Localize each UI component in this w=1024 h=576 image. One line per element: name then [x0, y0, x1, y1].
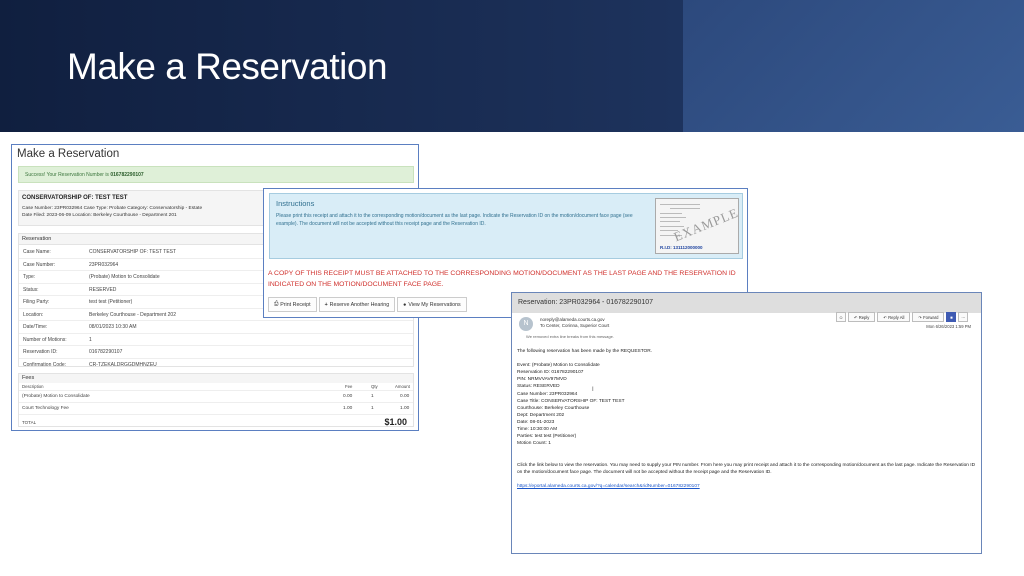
- total-value: $1.00: [384, 417, 407, 427]
- teams-icon: ■: [950, 314, 953, 320]
- fees-header-row: Description Fee Qty Amount: [19, 383, 413, 391]
- fee-row: Court Technology Fee 1.00 1 1.00: [19, 403, 413, 415]
- more-options-button[interactable]: ⋯: [958, 312, 969, 322]
- print-receipt-button[interactable]: ⎙ Print Receipt: [268, 297, 317, 312]
- more-icon: ⋯: [961, 314, 966, 320]
- email-detail-line: Time: 10:30:00 AM: [517, 427, 558, 433]
- form-title: Make a Reservation: [17, 148, 120, 160]
- total-row: TOTAL $1.00: [19, 416, 413, 428]
- email-sender: noreply@alameda.courts.ca.gov: [540, 317, 605, 322]
- reply-all-button[interactable]: ↶ Reply All: [877, 312, 911, 322]
- sender-avatar: N: [519, 317, 533, 331]
- email-recipient: To Center, Corinna, Superior Court: [540, 323, 610, 328]
- user-icon: ●: [403, 301, 407, 308]
- email-actions: ☺ ↶ Reply ↶ Reply All ↷ Forward ■ ⋯: [836, 312, 969, 322]
- instructions-text: Please print this receipt and attach it …: [276, 213, 633, 227]
- success-alert: Success! Your Reservation Number is 0167…: [18, 166, 414, 183]
- email-detail-line: Reservation ID: 016782290107: [517, 370, 584, 376]
- slide: Make a Reservation Make a Reservation Su…: [0, 0, 1024, 576]
- case-details-line: Case Number: 23PR032964 Case Type: Proba…: [22, 206, 203, 211]
- email-subject: Reservation: 23PR032964 - 016782290107: [518, 299, 654, 306]
- email-detail-line: Courthouse: Berkeley Courthouse: [517, 405, 590, 411]
- banner-accent-image: [683, 0, 1024, 132]
- email-line-break-note: We removed extra line breaks from this m…: [526, 334, 614, 339]
- email-detail-line: Status: RESERVED: [517, 384, 560, 390]
- text-cursor-icon: I: [592, 387, 594, 393]
- example-reservation-id: R.I.D: 131112000000: [660, 245, 703, 250]
- reservation-link[interactable]: https://eportal.alameda.courts.ca.gov/?q…: [517, 483, 977, 490]
- example-document-image: EXAMPLE R.I.D: 131112000000: [655, 198, 739, 254]
- slide-title: Make a Reservation: [67, 46, 388, 87]
- plus-icon: +: [324, 301, 328, 308]
- instructions-title: Instructions: [276, 199, 315, 208]
- email-detail-line: Motion Count: 1: [517, 441, 551, 447]
- email-header-bar: Reservation: 23PR032964 - 016782290107: [512, 293, 981, 313]
- success-number: 016782290107: [110, 172, 144, 178]
- email-detail-line: PIN: NRMVVAV97MVD: [517, 377, 567, 383]
- instructions-box: Instructions Please print this receipt a…: [269, 193, 743, 259]
- email-date: Mon 6/26/2023 1:59 PM: [926, 324, 971, 329]
- email-detail-line: Case Number: 23PR032964: [517, 391, 578, 397]
- detail-row: Reservation ID: 016782290107: [19, 346, 413, 359]
- teams-button[interactable]: ■: [946, 312, 957, 322]
- detail-row: Confirmation Code: CR-TZEKALDRGGDMHNZEU: [23, 361, 157, 368]
- detail-row: Number of Motions: 1: [19, 334, 413, 346]
- confirmation-email-screenshot: Reservation: 23PR032964 - 016782290107 N…: [511, 292, 982, 554]
- fees-table: Fees Description Fee Qty Amount (Probate…: [18, 373, 414, 427]
- fee-row: (Probate) Motion to Consolidate 0.00 1 0…: [19, 391, 413, 403]
- case-title: CONSERVATORSHIP OF: TEST TEST: [22, 195, 128, 201]
- example-watermark: EXAMPLE: [671, 204, 739, 245]
- emoji-button[interactable]: ☺: [836, 312, 846, 322]
- action-buttons: ⎙ Print Receipt + Reserve Another Hearing …: [268, 297, 469, 312]
- fees-heading: Fees: [19, 374, 413, 383]
- reply-button[interactable]: ↶ Reply: [848, 312, 876, 322]
- view-my-reservations-button[interactable]: ● View My Reservations: [397, 297, 467, 312]
- success-prefix: Success! Your Reservation Number is: [25, 172, 111, 178]
- detail-row: Date/Time: 08/01/2023 10:30 AM: [19, 321, 413, 334]
- email-link-instructions: Click the link below to view the reserva…: [517, 462, 976, 475]
- smiley-icon: ☺: [838, 314, 844, 320]
- reserve-another-hearing-button[interactable]: + Reserve Another Hearing: [318, 297, 396, 312]
- email-detail-line: Parties: test test (Petitioner): [517, 434, 577, 440]
- printer-icon: ⎙: [274, 301, 279, 307]
- email-intro: The following reservation has been made …: [517, 349, 653, 354]
- copy-warning: A COPY OF THIS RECEIPT MUST BE ATTACHED …: [268, 270, 736, 288]
- email-body: The following reservation has been made …: [517, 348, 977, 490]
- total-label: TOTAL: [22, 420, 37, 425]
- email-detail-line: Case Title: CONSERVATORSHIP OF: TEST TES…: [517, 398, 625, 404]
- forward-button[interactable]: ↷ Forward: [912, 312, 945, 322]
- email-detail-line: Event: (Probate) Motion to Consolidate: [517, 363, 600, 369]
- email-detail-line: Dept: Department 202: [517, 412, 565, 418]
- case-filed-line: Date Filed: 2023-06-09 Location: Berkele…: [22, 213, 177, 218]
- email-detail-line: Date: 08-01-2023: [517, 419, 555, 425]
